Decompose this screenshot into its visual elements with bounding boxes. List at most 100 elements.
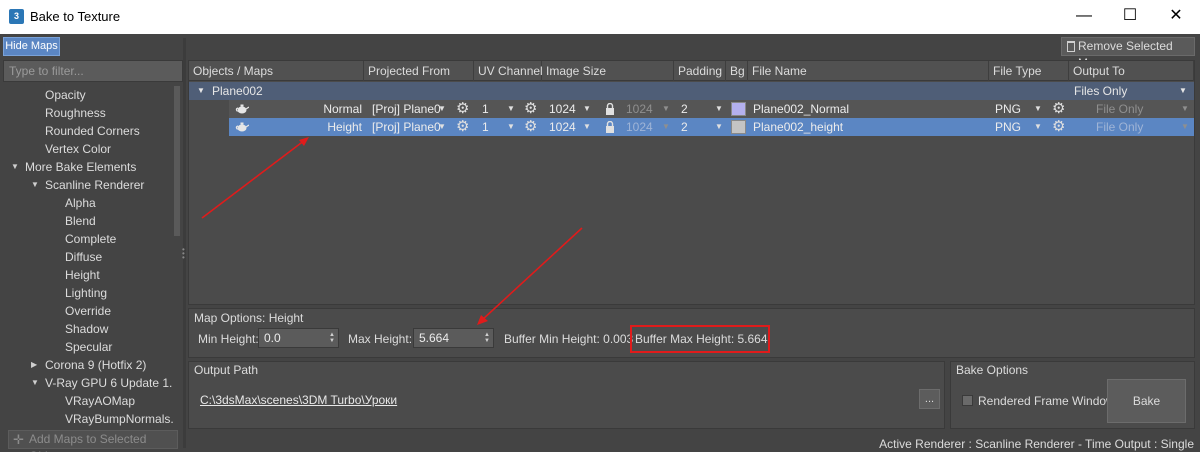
chevron-down-icon[interactable]: ▼ bbox=[507, 100, 515, 118]
tree-item[interactable]: VRayAOMap bbox=[65, 392, 135, 410]
chevron-down-icon[interactable]: ▼ bbox=[715, 118, 723, 136]
min-height-value: 0.0 bbox=[264, 331, 281, 345]
column-header[interactable]: File Name bbox=[748, 61, 989, 81]
object-row-plane002[interactable]: ▼ Plane002 Files Only ▼ bbox=[189, 82, 1194, 100]
column-header[interactable]: UV Channel bbox=[474, 61, 543, 81]
uv-channel-dropdown[interactable]: 1 bbox=[482, 118, 489, 136]
tree-item[interactable]: Alpha bbox=[65, 194, 96, 212]
remove-selected-maps-button[interactable]: Remove Selected Maps bbox=[1061, 37, 1195, 70]
panel-splitter[interactable] bbox=[183, 38, 186, 448]
chevron-down-icon[interactable]: ▼ bbox=[715, 100, 723, 118]
gear-icon[interactable]: ⚙ bbox=[456, 119, 469, 135]
map-name: Height bbox=[327, 120, 362, 134]
output-to-dropdown[interactable]: File Only bbox=[1096, 118, 1143, 136]
buffer-max-height: Buffer Max Height: 5.664 bbox=[635, 332, 768, 346]
tree-item[interactable]: Diffuse bbox=[65, 248, 102, 266]
output-path-link[interactable]: C:\3dsMax\scenes\3DM Turbo\Уроки bbox=[200, 393, 397, 407]
tree-item[interactable]: Roughness bbox=[45, 104, 106, 122]
tree-item[interactable]: Opacity bbox=[45, 86, 86, 104]
close-button[interactable]: ✕ bbox=[1153, 0, 1199, 32]
tree-item[interactable]: More Bake Elements bbox=[25, 158, 136, 176]
chevron-down-icon[interactable]: ▼ bbox=[1181, 100, 1189, 118]
image-size-height: 1024 bbox=[626, 102, 653, 116]
map-name: Normal bbox=[323, 102, 362, 116]
tree-item[interactable]: Corona 9 (Hotfix 2) bbox=[45, 356, 146, 374]
chevron-down-icon[interactable]: ▼ bbox=[438, 100, 446, 118]
tree-item[interactable]: Shadow bbox=[65, 320, 108, 338]
chevron-down-icon[interactable]: ▼ bbox=[583, 100, 591, 118]
chevron-down-icon[interactable]: ▼ bbox=[507, 118, 515, 136]
column-header[interactable]: Objects / Maps bbox=[189, 61, 364, 81]
chevron-down-icon[interactable]: ▼ bbox=[583, 118, 591, 136]
file-type-dropdown[interactable]: PNG bbox=[995, 100, 1021, 118]
image-size-dropdown[interactable]: 1024 bbox=[549, 118, 576, 136]
teapot-icon bbox=[235, 121, 250, 132]
padding-dropdown[interactable]: 2 bbox=[681, 118, 688, 136]
image-size-dropdown[interactable]: 1024 bbox=[549, 100, 576, 118]
gear-icon[interactable]: ⚙ bbox=[524, 119, 537, 135]
map-row-normal[interactable]: Normal [Proj] Plane0 ▼ ⚙ 1 ▼ ⚙ 1024 ▼ 1024 ▼ 2 ▼ Plan… bbox=[229, 100, 1194, 118]
expand-arrow-icon[interactable]: ▼ bbox=[31, 378, 39, 387]
tree-item[interactable]: Height bbox=[65, 266, 100, 284]
tree-item[interactable]: Scanline Renderer bbox=[45, 176, 144, 194]
max-height-spinner[interactable]: 5.664 ▲ ▼ bbox=[413, 328, 494, 348]
column-header[interactable]: Padding bbox=[674, 61, 726, 81]
map-row-height[interactable]: Height [Proj] Plane0 ▼ ⚙ 1 ▼ ⚙ 1024 ▼ 1024 ▼ 2 ▼ Plan… bbox=[229, 118, 1194, 136]
table-header: Objects / Maps Projected From UV Channel Im… bbox=[189, 61, 1194, 81]
output-to-dropdown[interactable]: File Only bbox=[1096, 100, 1143, 118]
collapse-arrow-icon[interactable]: ▶ bbox=[31, 360, 37, 369]
uv-channel-dropdown[interactable]: 1 bbox=[482, 100, 489, 118]
file-name-field[interactable]: Plane002_height bbox=[753, 118, 843, 136]
tree-item[interactable]: Override bbox=[65, 302, 111, 320]
chevron-down-icon[interactable]: ▼ bbox=[1034, 100, 1042, 118]
projected-from-dropdown[interactable]: [Proj] Plane0 bbox=[372, 118, 441, 136]
tree-item[interactable]: Rounded Corners bbox=[45, 122, 140, 140]
hide-maps-button[interactable]: Hide Maps bbox=[3, 37, 60, 56]
maximize-button[interactable]: ☐ bbox=[1107, 0, 1153, 32]
group-output-to[interactable]: Files Only bbox=[1074, 82, 1127, 100]
chevron-down-icon[interactable]: ▼ bbox=[1181, 118, 1189, 136]
tree-item[interactable]: Lighting bbox=[65, 284, 107, 302]
bg-color-swatch[interactable] bbox=[731, 120, 746, 134]
add-maps-button[interactable]: ✛ Add Maps to Selected Objects bbox=[8, 430, 178, 452]
projected-from-dropdown[interactable]: [Proj] Plane0 bbox=[372, 100, 441, 118]
bg-color-swatch[interactable] bbox=[731, 102, 746, 116]
column-header[interactable]: Projected From bbox=[364, 61, 474, 81]
expand-arrow-icon[interactable]: ▼ bbox=[197, 82, 205, 100]
file-type-dropdown[interactable]: PNG bbox=[995, 118, 1021, 136]
gear-icon[interactable]: ⚙ bbox=[456, 101, 469, 117]
lock-icon[interactable] bbox=[605, 120, 615, 133]
filter-input[interactable]: Type to filter... bbox=[3, 60, 183, 82]
chevron-down-icon[interactable]: ▼ bbox=[1034, 118, 1042, 136]
expand-arrow-icon[interactable]: ▼ bbox=[11, 162, 19, 171]
spinner-arrows-icon[interactable]: ▲ ▼ bbox=[484, 332, 490, 344]
column-header[interactable]: Output To bbox=[1069, 61, 1194, 81]
file-name-field[interactable]: Plane002_Normal bbox=[753, 100, 849, 118]
expand-arrow-icon[interactable]: ▼ bbox=[31, 180, 39, 189]
lock-icon[interactable] bbox=[605, 102, 615, 115]
padding-dropdown[interactable]: 2 bbox=[681, 100, 688, 118]
image-size-height: 1024 bbox=[626, 120, 653, 134]
tree-item[interactable]: Complete bbox=[65, 230, 116, 248]
column-header[interactable]: File Type bbox=[989, 61, 1069, 81]
tree-item[interactable]: VRayBumpNormals... bbox=[65, 410, 173, 427]
tree-item[interactable]: Vertex Color bbox=[45, 140, 111, 158]
gear-icon[interactable]: ⚙ bbox=[1052, 101, 1065, 117]
tree-scrollbar-thumb[interactable] bbox=[174, 86, 180, 236]
minimize-button[interactable]: — bbox=[1061, 0, 1107, 32]
gear-icon[interactable]: ⚙ bbox=[1052, 119, 1065, 135]
min-height-spinner[interactable]: 0.0 ▲ ▼ bbox=[258, 328, 339, 348]
chevron-down-icon[interactable]: ▼ bbox=[1179, 82, 1187, 100]
browse-button[interactable]: ... bbox=[919, 389, 940, 409]
bake-button[interactable]: Bake bbox=[1107, 379, 1186, 423]
tree-item[interactable]: Blend bbox=[65, 212, 96, 230]
tree-item[interactable]: Specular bbox=[65, 338, 112, 356]
rendered-frame-window-checkbox[interactable] bbox=[962, 395, 973, 406]
spinner-arrows-icon[interactable]: ▲ ▼ bbox=[329, 332, 335, 344]
rendered-frame-window-label: Rendered Frame Window bbox=[978, 394, 1115, 408]
gear-icon[interactable]: ⚙ bbox=[524, 101, 537, 117]
column-header[interactable]: Bg bbox=[726, 61, 748, 81]
column-header[interactable]: Image Size bbox=[542, 61, 674, 81]
chevron-down-icon[interactable]: ▼ bbox=[438, 118, 446, 136]
tree-item[interactable]: V-Ray GPU 6 Update 1.1 bbox=[45, 374, 173, 392]
